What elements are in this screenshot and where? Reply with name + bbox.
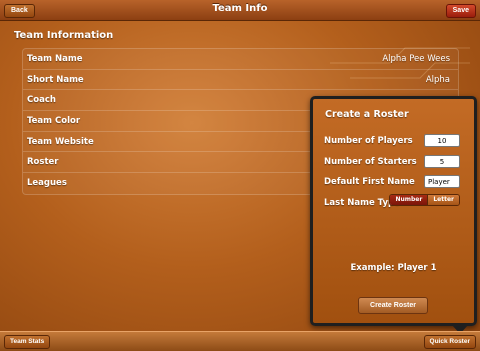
num-players-input[interactable] [424,134,460,147]
example-text: Example: Player 1 [350,263,437,273]
row-short-name[interactable]: Short Name Alpha [23,70,458,91]
row-label: Team Color [27,116,81,127]
row-label: Short Name [27,74,84,85]
page-title: Team Info [212,3,268,14]
row-label: Leagues [27,178,67,189]
last-name-type-segmented-control: Number Letter [389,194,460,206]
num-starters-label: Number of Starters [324,157,417,167]
row-label: Team Name [27,54,83,64]
save-button[interactable]: Save [445,4,476,18]
default-first-name-label: Default First Name [324,177,415,187]
create-roster-button[interactable]: Create Roster [358,297,428,314]
create-roster-popover: Create a Roster Number of Players Number… [310,96,477,326]
num-starters-input[interactable] [424,155,460,168]
row-value: Alpha [425,74,450,85]
section-title: Team Information [14,30,114,41]
row-label: Roster [27,157,59,168]
top-navbar: Back Team Info Save [0,0,480,21]
team-stats-button[interactable]: Team Stats [4,335,51,349]
row-team-name[interactable]: Team Name Alpha Pee Wees [23,49,458,70]
quick-roster-button[interactable]: Quick Roster [423,335,476,349]
num-players-label: Number of Players [324,136,413,146]
row-value: Alpha Pee Wees [382,54,450,64]
segment-number[interactable]: Number [390,195,428,205]
row-label: Coach [27,95,56,106]
bottom-toolbar: Team Stats Quick Roster [0,331,480,351]
popover-title: Create a Roster [325,109,409,120]
segment-letter[interactable]: Letter [427,195,459,205]
row-label: Team Website [27,136,94,147]
default-first-name-input[interactable] [424,175,460,188]
